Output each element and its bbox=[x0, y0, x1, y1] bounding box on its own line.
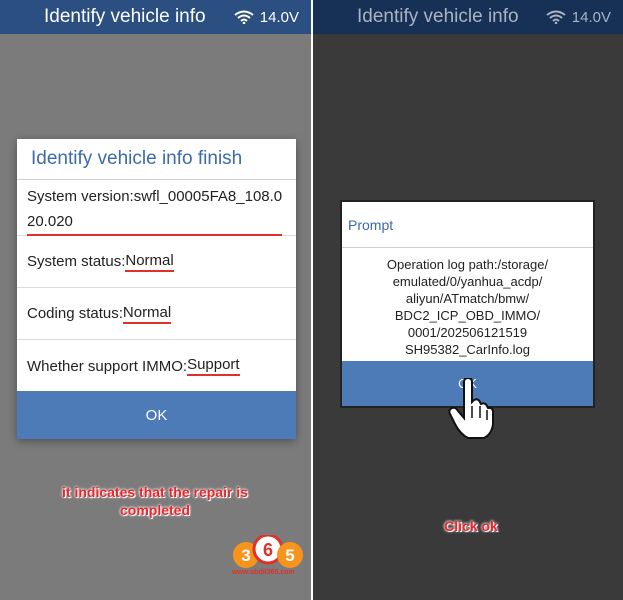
prompt-line: BDC2_ICP_OBD_IMMO/ bbox=[394, 308, 541, 323]
watermark-text: www.obdii365.com bbox=[232, 569, 295, 576]
ok-button[interactable]: OK bbox=[17, 391, 296, 439]
obdii365-logo: 3 6 5 bbox=[233, 535, 303, 568]
system-status-value: Normal bbox=[125, 252, 174, 272]
right-status-indicators: 14.0V bbox=[546, 9, 623, 26]
left-statusbar: Identify vehicle info 14.0V bbox=[0, 0, 311, 34]
system-status-row: System status: Normal bbox=[17, 236, 296, 288]
immo-support-row: Whether support IMMO: Support bbox=[17, 340, 296, 392]
left-status-indicators: 14.0V bbox=[234, 9, 311, 26]
svg-text:3: 3 bbox=[241, 546, 250, 565]
left-caption: it indicates that the repair is complete… bbox=[30, 483, 280, 519]
prompt-title: Prompt bbox=[342, 202, 593, 248]
coding-status-label: Coding status: bbox=[27, 305, 123, 322]
pointer-hand-icon bbox=[448, 378, 494, 439]
dialog-title: Identify vehicle info finish bbox=[17, 139, 296, 180]
svg-text:5: 5 bbox=[285, 546, 294, 565]
left-caption-line2: completed bbox=[119, 502, 190, 518]
system-version-row: System version:swfl_00005FA8_108.0 20.02… bbox=[17, 180, 296, 236]
immo-label: Whether support IMMO: bbox=[27, 357, 188, 375]
prompt-dialog: Prompt Operation log path:/storage/ emul… bbox=[340, 200, 595, 408]
immo-value: Support bbox=[187, 356, 240, 376]
prompt-line: emulated/0/yanhua_acdp/ bbox=[392, 274, 543, 289]
system-version-line2: 20.020 bbox=[27, 209, 282, 236]
right-app-title: Identify vehicle info bbox=[357, 6, 519, 27]
prompt-message: Operation log path:/storage/ emulated/0/… bbox=[342, 248, 593, 358]
prompt-line: Operation log path:/storage/ bbox=[386, 257, 549, 272]
right-caption: Click ok bbox=[444, 518, 498, 534]
right-statusbar: Identify vehicle info 14.0V bbox=[313, 0, 623, 34]
right-screen: Identify vehicle info 14.0V Prompt Opera… bbox=[313, 0, 623, 600]
svg-text:6: 6 bbox=[263, 540, 273, 560]
system-status-label: System status: bbox=[27, 253, 126, 270]
prompt-line: SH95382_CarInfo.log bbox=[404, 342, 531, 357]
left-screen: Identify vehicle info 14.0V Identify veh… bbox=[0, 0, 311, 600]
identify-finish-dialog: Identify vehicle info finish System vers… bbox=[17, 139, 296, 439]
wifi-icon bbox=[546, 10, 566, 24]
left-caption-line1: it indicates that the repair is bbox=[62, 484, 248, 500]
coding-status-row: Coding status: Normal bbox=[17, 288, 296, 340]
coding-status-value: Normal bbox=[122, 304, 172, 324]
prompt-line: 0001/202506121519 bbox=[407, 325, 528, 340]
right-voltage: 14.0V bbox=[571, 8, 611, 26]
wifi-icon bbox=[234, 10, 254, 24]
system-version-line1: System version:swfl_00005FA8_108.0 bbox=[27, 188, 283, 205]
prompt-line: aliyun/ATmatch/bmw/ bbox=[405, 291, 530, 306]
left-app-title: Identify vehicle info bbox=[44, 6, 206, 27]
left-voltage: 14.0V bbox=[259, 8, 299, 26]
